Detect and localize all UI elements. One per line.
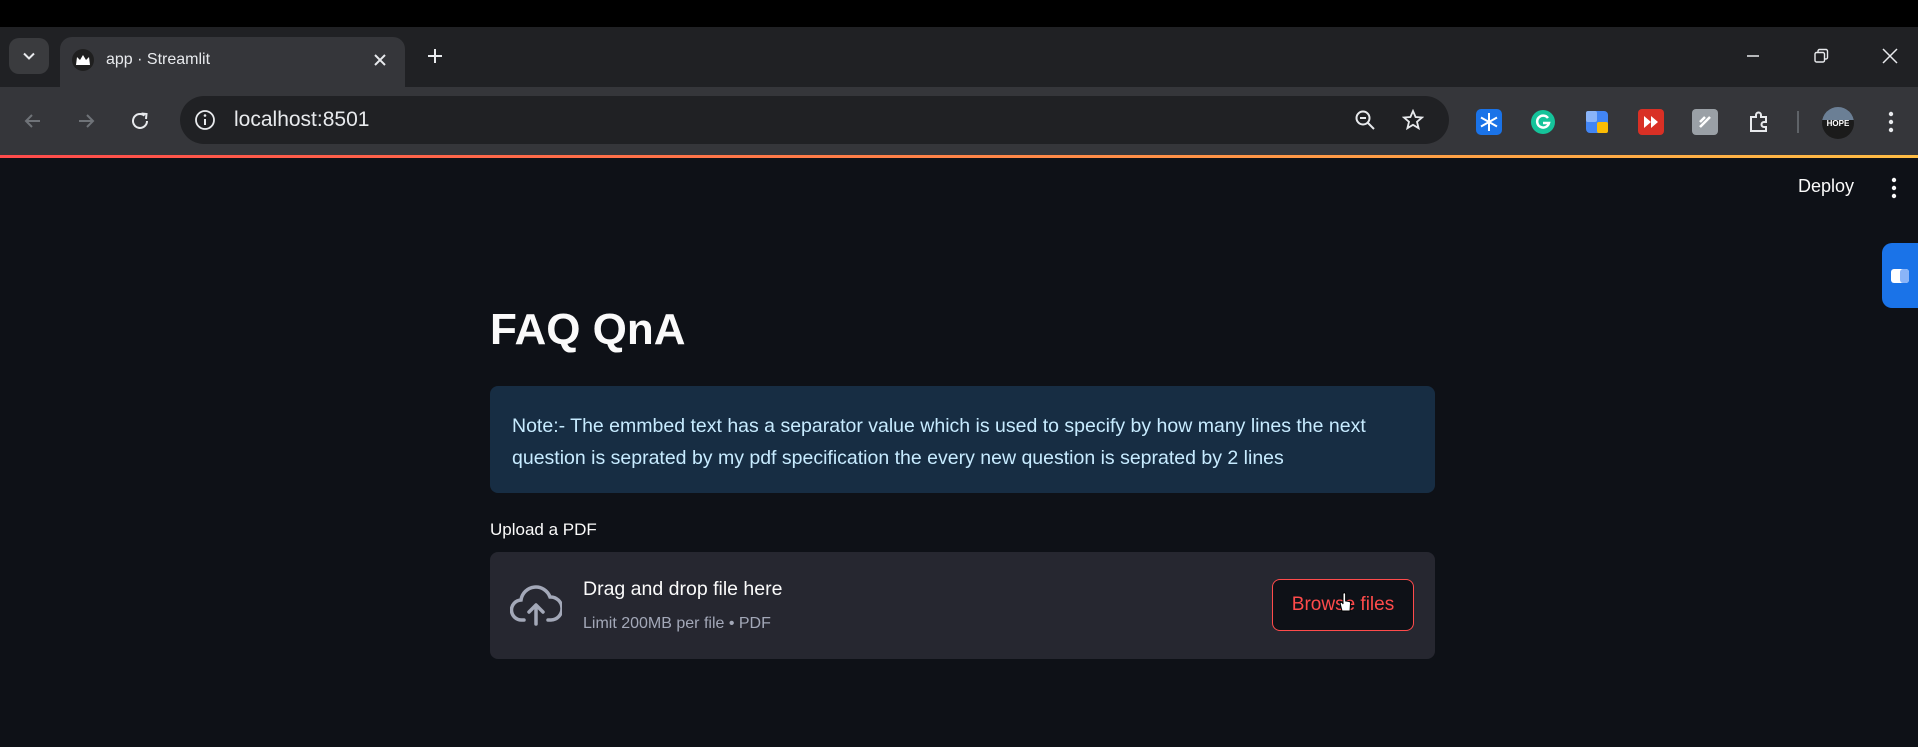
browser-menu-button[interactable] xyxy=(1877,108,1905,136)
reload-button[interactable] xyxy=(125,106,155,136)
side-panel-widget[interactable] xyxy=(1882,243,1918,308)
forward-button[interactable] xyxy=(71,106,101,136)
toolbar-separator xyxy=(1797,111,1799,133)
back-button[interactable] xyxy=(18,106,48,136)
browser-tab-bar: app · Streamlit xyxy=(0,27,1918,87)
info-note-box: Note:- The emmbed text has a separator v… xyxy=(490,386,1435,493)
hand-cursor-icon xyxy=(1339,592,1351,612)
close-icon xyxy=(374,54,386,66)
tab-title: app · Streamlit xyxy=(106,51,211,68)
tab-search-button[interactable] xyxy=(9,38,49,74)
plus-icon xyxy=(428,49,442,63)
snowflake-extension-icon[interactable] xyxy=(1475,108,1503,136)
arrow-right-icon xyxy=(79,114,95,128)
deploy-button[interactable]: Deploy xyxy=(1790,172,1862,201)
upload-label: Upload a PDF xyxy=(490,520,597,539)
site-info-icon[interactable] xyxy=(193,108,217,132)
minimize-icon xyxy=(1747,55,1759,57)
close-icon xyxy=(1882,48,1898,64)
screen-top-strip xyxy=(0,0,1918,27)
reload-icon xyxy=(132,112,148,129)
dropzone-title: Drag and drop file here xyxy=(583,578,783,600)
new-tab-button[interactable] xyxy=(420,41,450,71)
side-panel-icon xyxy=(1891,268,1909,283)
browser-toolbar: localhost:8501 HOPE xyxy=(0,87,1918,155)
address-bar[interactable]: localhost:8501 xyxy=(180,96,1449,144)
profile-label: HOPE xyxy=(1826,118,1850,128)
page-title: FAQ QnA xyxy=(490,305,686,354)
streamlit-favicon-icon xyxy=(72,49,94,71)
dropzone-limit-text: Limit 200MB per file • PDF xyxy=(583,615,771,632)
minimize-button[interactable] xyxy=(1738,41,1768,71)
info-note-text: Note:- The emmbed text has a separator v… xyxy=(512,415,1366,469)
url-text[interactable]: localhost:8501 xyxy=(234,108,369,132)
puzzle-extensions-icon[interactable] xyxy=(1745,108,1773,136)
tab-close-button[interactable] xyxy=(369,49,391,71)
arrow-left-icon xyxy=(24,114,40,128)
script-extension-icon[interactable] xyxy=(1691,108,1719,136)
grammarly-extension-icon[interactable] xyxy=(1529,108,1557,136)
restore-icon xyxy=(1814,48,1829,63)
profile-avatar[interactable]: HOPE xyxy=(1822,107,1854,139)
browser-tab[interactable]: app · Streamlit xyxy=(60,37,405,87)
window-close-button[interactable] xyxy=(1875,41,1905,71)
app-header: Deploy xyxy=(0,158,1918,218)
restore-button[interactable] xyxy=(1806,41,1836,71)
main-menu-button[interactable] xyxy=(1882,172,1906,204)
more-vertical-icon xyxy=(1888,111,1894,133)
zoom-icon[interactable] xyxy=(1353,108,1377,132)
cloud-upload-icon xyxy=(510,585,562,626)
file-dropzone[interactable]: Drag and drop file here Limit 200MB per … xyxy=(490,552,1435,659)
more-vertical-icon xyxy=(1891,177,1897,199)
chevron-down-icon xyxy=(23,52,35,60)
notes-extension-icon[interactable] xyxy=(1583,108,1611,136)
bookmark-star-icon[interactable] xyxy=(1401,108,1425,132)
forward-extension-icon[interactable] xyxy=(1637,108,1665,136)
